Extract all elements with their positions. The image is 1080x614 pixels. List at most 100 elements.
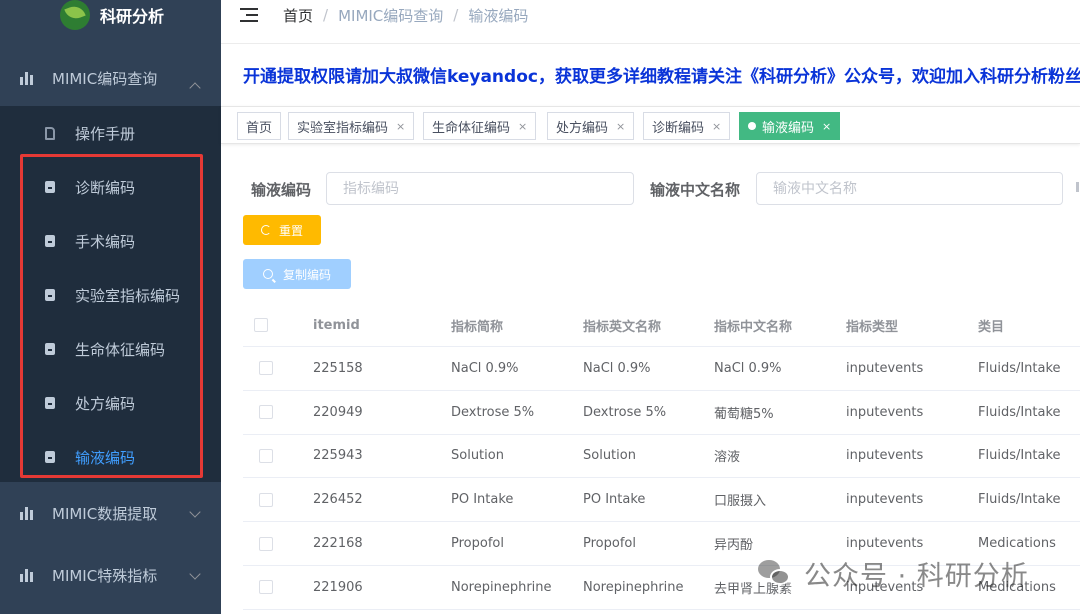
reset-button[interactable]: 重置 <box>243 215 321 245</box>
table-row[interactable]: 225158 NaCl 0.9% NaCl 0.9% NaCl 0.9% inp… <box>243 347 1080 391</box>
tag-label: 处方编码 <box>556 120 609 136</box>
table-cell: 异丙酚 <box>714 538 754 554</box>
watermark: 公众号 · 科研分析 <box>758 554 1029 593</box>
tag-label: 输液编码 <box>762 120 815 136</box>
document-outline-icon <box>45 126 55 140</box>
table-row[interactable]: 225943 Solution Solution 溶液 inputevents … <box>243 435 1080 479</box>
select-all-cell <box>254 304 268 346</box>
chevron-down-icon <box>189 568 201 580</box>
table-cell: Fluids/Intake <box>978 492 1061 508</box>
row-checkbox[interactable] <box>259 492 273 507</box>
row-checkbox[interactable] <box>259 361 273 376</box>
app-title: 科研分析 <box>100 7 165 26</box>
tag-vitals[interactable]: 生命体征编码 × <box>423 112 537 140</box>
tag-label: 实验室指标编码 <box>297 120 389 136</box>
table-cell: inputevents <box>846 404 924 420</box>
close-icon[interactable]: × <box>822 120 831 133</box>
table-cell: Propofol <box>451 536 504 552</box>
table-cell: PO Intake <box>583 492 646 508</box>
row-checkbox-cell <box>259 478 273 521</box>
sidebar-item-manual[interactable]: 操作手册 <box>0 106 221 160</box>
table-cell: Fluids/Intake <box>978 360 1061 376</box>
table-cell: 225943 <box>313 448 363 464</box>
close-icon[interactable]: × <box>518 120 527 133</box>
chevron-up-icon <box>189 82 201 94</box>
table-cell: Propofol <box>583 536 636 552</box>
wechat-icon <box>758 559 792 588</box>
tag-lab[interactable]: 实验室指标编码 × <box>288 112 415 140</box>
table-header-row: itemid 指标简称 指标英文名称 指标中文名称 指标类型 类目 <box>243 304 1080 347</box>
table-cell: Fluids/Intake <box>978 448 1061 464</box>
column-header[interactable]: itemid <box>313 304 360 346</box>
menu-group-mimic-special[interactable]: MIMIC特殊指标 <box>0 544 221 606</box>
reset-label: 重置 <box>278 223 303 238</box>
leaf-logo-icon <box>60 0 90 30</box>
table-cell: Dextrose 5% <box>451 404 535 420</box>
table-cell: Norepinephrine <box>583 579 684 595</box>
row-checkbox-cell <box>259 522 273 565</box>
table-cell: Fluids/Intake <box>978 404 1061 420</box>
row-checkbox[interactable] <box>259 448 273 463</box>
tags-view: 首页 实验室指标编码 × 生命体征编码 × 处方编码 × 诊断编码 × 输液编码… <box>221 106 1080 144</box>
table-row[interactable]: 220949 Dextrose 5% Dextrose 5% 葡萄糖5% inp… <box>243 391 1080 435</box>
bar-chart-icon <box>20 506 34 520</box>
table-row[interactable]: 226452 PO Intake PO Intake 口服摄入 inputeve… <box>243 478 1080 523</box>
sidebar-item-label: 操作手册 <box>75 124 136 143</box>
row-checkbox[interactable] <box>259 405 273 420</box>
notice-banner: 开通提取权限请加大叔微信keyandoc，获取更多详细教程请关注《科研分析》公众… <box>221 43 1080 105</box>
column-header[interactable]: 指标英文名称 <box>583 304 661 346</box>
menu-group-label: MIMIC数据提取 <box>52 504 158 523</box>
tag-diagnosis[interactable]: 诊断编码 × <box>643 112 731 140</box>
tag-label: 生命体征编码 <box>432 120 511 136</box>
table-cell: Dextrose 5% <box>583 404 667 420</box>
close-icon[interactable]: × <box>712 120 721 133</box>
table-cell: 葡萄糖5% <box>714 406 774 422</box>
column-header[interactable]: 指标类型 <box>846 304 898 346</box>
row-checkbox-cell <box>259 347 273 390</box>
table-cell: NaCl 0.9% <box>583 360 651 376</box>
select-all-checkbox[interactable] <box>254 318 268 332</box>
hamburger-icon[interactable] <box>240 8 258 22</box>
search-icon <box>262 269 273 279</box>
copy-code-button[interactable]: 复制编码 <box>243 259 351 289</box>
tag-home[interactable]: 首页 <box>237 112 282 140</box>
tag-infusion[interactable]: 输液编码 × <box>739 112 841 140</box>
table-cell: NaCl 0.9% <box>451 360 519 376</box>
app-logo[interactable]: 科研分析 <box>60 0 164 30</box>
table-cell: 口服摄入 <box>714 494 767 510</box>
column-header[interactable]: 类目 <box>978 304 1004 346</box>
scroll-handle[interactable] <box>1076 182 1079 192</box>
row-checkbox[interactable] <box>259 536 273 551</box>
table-cell: inputevents <box>846 448 924 464</box>
breadcrumb-section: MIMIC编码查询 <box>338 6 444 25</box>
table-cell: PO Intake <box>451 492 514 508</box>
code-input[interactable] <box>326 172 634 205</box>
copy-label: 复制编码 <box>282 267 331 282</box>
name-input[interactable] <box>756 172 1063 205</box>
column-header[interactable]: 指标中文名称 <box>714 304 792 346</box>
menu-group-mimic-data-extract[interactable]: MIMIC数据提取 <box>0 482 221 544</box>
table-cell: 溶液 <box>714 450 741 466</box>
breadcrumb-home[interactable]: 首页 <box>283 5 313 26</box>
row-checkbox-cell <box>259 435 273 478</box>
table-cell: NaCl 0.9% <box>714 360 782 376</box>
close-icon[interactable]: × <box>396 120 405 133</box>
table-cell: 221906 <box>313 579 363 595</box>
breadcrumb-separator: / <box>453 6 459 24</box>
name-label: 输液中文名称 <box>650 181 741 199</box>
active-dot-icon <box>748 122 756 130</box>
close-icon[interactable]: × <box>616 120 625 133</box>
refresh-icon <box>260 225 271 235</box>
code-label: 输液编码 <box>251 181 312 199</box>
menu-group-mimic-code-query[interactable]: MIMIC编码查询 <box>0 50 221 106</box>
chevron-down-icon <box>189 506 201 518</box>
tag-prescription[interactable]: 处方编码 × <box>547 112 635 140</box>
column-header[interactable]: 指标简称 <box>451 304 503 346</box>
row-checkbox-cell <box>259 566 273 609</box>
table-cell: Solution <box>583 448 636 464</box>
tag-label: 首页 <box>246 120 273 136</box>
row-checkbox[interactable] <box>259 580 273 595</box>
table-cell: 225158 <box>313 360 363 376</box>
highlight-box <box>20 154 203 478</box>
navbar: 首页 / MIMIC编码查询 / 输液编码 <box>221 0 1080 30</box>
